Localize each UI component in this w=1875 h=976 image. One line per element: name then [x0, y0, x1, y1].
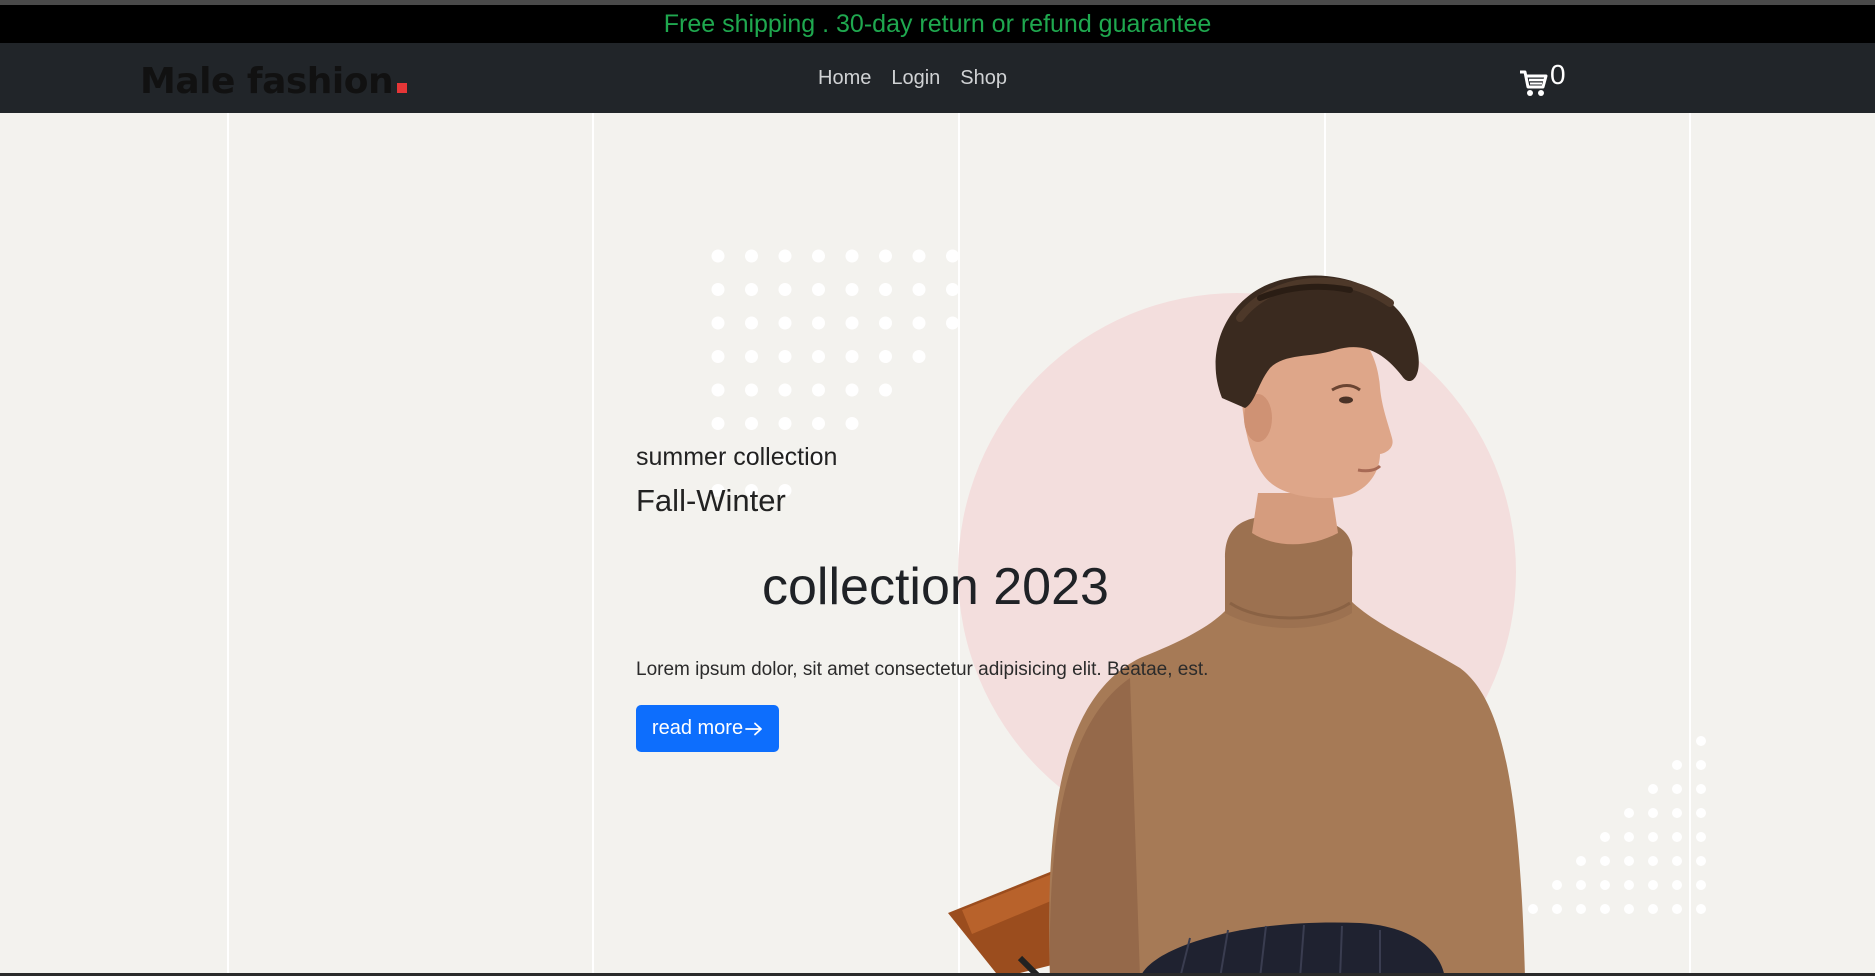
nav-link-shop[interactable]: Shop: [960, 67, 1007, 90]
pattern-dot: [711, 417, 725, 430]
pattern-dot: [778, 249, 792, 263]
pattern-dot: [812, 283, 825, 296]
pattern-dot: [1624, 832, 1634, 842]
pattern-dot: [1696, 904, 1706, 914]
pattern-dot: [912, 249, 926, 263]
cart-icon: [1520, 70, 1548, 96]
pattern-dot: [778, 350, 792, 363]
pattern-dot: [1576, 904, 1586, 914]
pattern-dot: [1696, 808, 1706, 818]
pattern-dot: [1624, 904, 1634, 914]
pattern-dot: [745, 417, 758, 430]
logo-dot: [397, 83, 408, 93]
read-more-label: read more: [651, 717, 744, 739]
pattern-dot: [912, 350, 926, 363]
navbar: Male fashion Home Login Shop 0: [0, 43, 1875, 113]
pattern-dot: [778, 283, 792, 296]
hero-season: Fall-Winter: [636, 483, 786, 518]
pattern-dot: [778, 316, 792, 330]
pattern-dot: [1696, 736, 1706, 746]
pattern-dot: [1648, 856, 1658, 866]
dot-pattern-bottom: [1528, 736, 1706, 914]
cart-button[interactable]: 0: [1518, 61, 1566, 99]
pattern-dot: [745, 249, 758, 263]
pattern-dot: [1696, 784, 1706, 794]
pattern-dot: [879, 249, 892, 263]
pattern-dot: [711, 249, 725, 263]
pattern-dot: [1696, 832, 1706, 842]
pattern-dot: [711, 316, 725, 330]
pattern-dot: [1624, 856, 1634, 866]
nav-link-home[interactable]: Home: [818, 67, 871, 90]
hero-subtitle: summer collection: [636, 443, 838, 471]
pattern-dot: [745, 383, 758, 397]
hero-description: Lorem ipsum dolor, sit amet consectetur …: [636, 659, 1209, 680]
read-more-button[interactable]: read more: [636, 705, 779, 752]
pattern-dot: [1576, 856, 1586, 866]
cart-count: 0: [1550, 59, 1566, 90]
pattern-dot: [711, 283, 725, 296]
pattern-dot: [845, 350, 859, 363]
pattern-dot: [1648, 904, 1658, 914]
announcement-bar: Free shipping . 30-day return or refund …: [0, 5, 1875, 43]
hero-section: summer collection Fall-Winter collection…: [0, 113, 1875, 973]
pattern-dot: [1576, 880, 1586, 890]
pattern-dot: [812, 350, 825, 363]
pattern-dot: [845, 417, 859, 430]
hero-heading: collection 2023: [762, 558, 1109, 616]
pattern-dot: [711, 350, 725, 363]
pattern-dot: [912, 283, 926, 296]
nav-link-login[interactable]: Login: [891, 67, 940, 90]
grid-line: [592, 113, 594, 973]
pattern-dot: [812, 417, 825, 430]
pattern-dot: [1648, 832, 1658, 842]
pattern-dot: [1672, 856, 1682, 866]
pattern-dot: [745, 316, 758, 330]
pattern-dot: [912, 316, 926, 330]
pattern-dot: [745, 350, 758, 363]
pattern-dot: [1672, 784, 1682, 794]
pattern-dot: [879, 350, 892, 363]
pattern-dot: [1600, 904, 1610, 914]
pattern-dot: [778, 417, 792, 430]
pattern-dot: [778, 383, 792, 397]
main-nav: Home Login Shop: [818, 67, 1007, 90]
pattern-dot: [1552, 880, 1562, 890]
pattern-dot: [1672, 880, 1682, 890]
pattern-dot: [1624, 808, 1634, 818]
pattern-dot: [845, 249, 859, 263]
pattern-dot: [845, 316, 859, 330]
grid-line: [227, 113, 229, 973]
logo-text: Male fashion: [140, 61, 394, 102]
pattern-dot: [879, 283, 892, 296]
pattern-dot: [745, 283, 758, 296]
pattern-dot: [879, 316, 892, 330]
pattern-dot: [1624, 880, 1634, 890]
pattern-dot: [812, 249, 825, 263]
pattern-dot: [1696, 856, 1706, 866]
arrow-right-icon: [745, 722, 762, 735]
pattern-dot: [1600, 832, 1610, 842]
pattern-dot: [1600, 856, 1610, 866]
pattern-dot: [1600, 880, 1610, 890]
pattern-dot: [1672, 832, 1682, 842]
pattern-dot: [1672, 904, 1682, 914]
pattern-dot: [1672, 760, 1682, 770]
pattern-dot: [1696, 880, 1706, 890]
pattern-dot: [845, 383, 859, 397]
site-logo[interactable]: Male fashion: [140, 61, 408, 102]
pattern-dot: [1648, 784, 1658, 794]
pattern-dot: [1672, 808, 1682, 818]
pattern-dot: [879, 383, 892, 397]
pattern-dot: [812, 316, 825, 330]
pattern-dot: [812, 383, 825, 397]
pattern-dot: [1648, 880, 1658, 890]
pattern-dot: [711, 383, 725, 397]
announcement-text: Free shipping . 30-day return or refund …: [663, 10, 1212, 38]
pattern-dot: [1552, 904, 1562, 914]
pattern-dot: [845, 283, 859, 296]
pattern-dot: [1648, 808, 1658, 818]
pattern-dot: [1696, 760, 1706, 770]
